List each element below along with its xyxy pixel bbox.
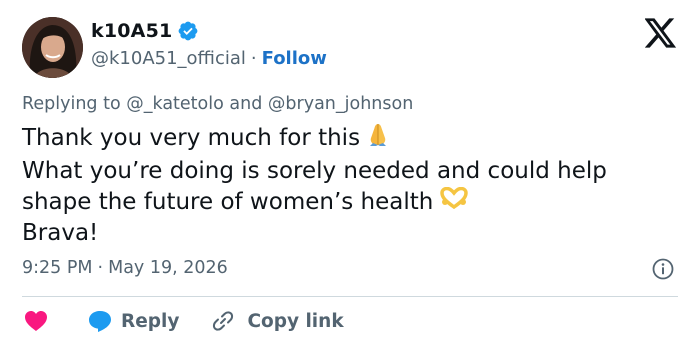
author-name-row: k10A51 [91,20,199,42]
verified-badge-icon [177,20,199,42]
tweet-line-text: shape the future of women’s health [22,189,434,215]
tweet-time: 9:25 PM [22,258,93,278]
tweet-text: Thank you very much for this What you’re… [22,121,692,249]
heart-hands-emoji-icon [439,186,469,218]
heart-icon [25,311,47,331]
tweet-line: shape the future of women’s health [22,186,692,218]
timestamp-separator: · [97,258,104,278]
avatar[interactable] [22,17,83,78]
author-handle-row: @k10A51_official · Follow [91,48,327,69]
tweet-date: May 19, 2026 [108,258,228,278]
avatar-image [22,17,83,78]
mention-link[interactable]: @_katetolo [126,94,224,114]
folded-hands-emoji-icon [366,121,390,156]
tweet-line: Thank you very much for this [22,121,692,156]
reply-button[interactable]: Reply [87,309,179,333]
copy-link-label: Copy link [247,310,344,332]
copy-link-button[interactable]: Copy link [211,309,344,333]
divider [22,296,678,297]
x-logo-icon[interactable] [644,18,677,48]
reply-bubble-icon [89,311,111,332]
tweet-line: Brava! [22,220,99,246]
mention-link[interactable]: @bryan_johnson [268,94,413,114]
author-handle[interactable]: @k10A51_official [91,48,246,69]
replying-to-line: Replying to @_katetolo and @bryan_johnso… [22,94,413,114]
tweet-line: What you’re doing is sorely needed and c… [22,158,607,184]
like-button[interactable] [22,307,50,335]
tweet-line-text: Thank you very much for this [22,125,361,151]
reply-label: Reply [121,310,180,332]
replying-to-label: Replying to [22,94,121,114]
handle-separator: · [250,48,257,69]
tweet-timestamp[interactable]: 9:25 PM · May 19, 2026 [22,258,228,278]
link-icon [213,311,234,331]
info-icon[interactable] [652,258,674,280]
replying-conjunction: and [229,94,263,114]
follow-button[interactable]: Follow [262,48,327,69]
author-display-name[interactable]: k10A51 [91,20,172,42]
action-bar: Reply Copy link [22,307,344,335]
